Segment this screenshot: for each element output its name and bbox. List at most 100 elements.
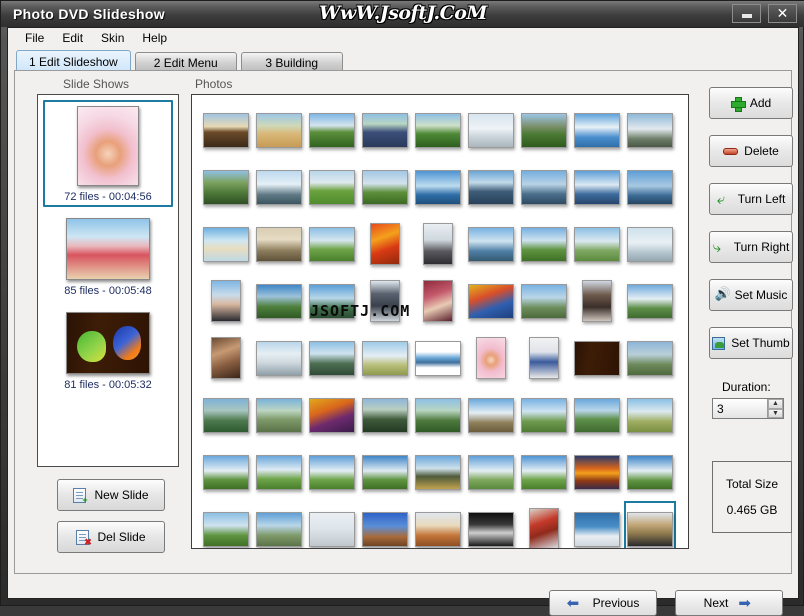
tab-edit-menu[interactable]: 2 Edit Menu <box>134 52 237 72</box>
photo-thumbnail[interactable] <box>200 216 252 272</box>
spin-up-icon[interactable]: ▲ <box>768 399 783 409</box>
photo-thumbnail[interactable] <box>624 159 676 215</box>
photo-thumbnail[interactable] <box>200 444 252 500</box>
photo-thumbnail[interactable] <box>518 330 570 386</box>
menu-item-edit[interactable]: Edit <box>53 30 92 46</box>
new-slide-button[interactable]: + New Slide <box>57 479 165 511</box>
photo-thumbnail[interactable] <box>412 102 464 158</box>
set-music-button[interactable]: 🔊 Set Music <box>709 279 793 311</box>
tab-building[interactable]: 3 Building <box>240 52 343 72</box>
slideshow-item-1[interactable]: 72 files - 00:04:56 <box>43 100 173 207</box>
photo-thumbnail[interactable] <box>465 216 517 272</box>
photo-thumbnail[interactable] <box>359 216 411 272</box>
photo-thumbnail[interactable] <box>624 216 676 272</box>
photo-thumbnail[interactable] <box>465 159 517 215</box>
photo-thumbnail[interactable] <box>306 273 358 329</box>
duration-value[interactable]: 3 <box>713 402 767 416</box>
photo-thumbnail[interactable] <box>253 444 305 500</box>
photo-thumbnail[interactable] <box>359 273 411 329</box>
photo-thumbnail[interactable] <box>412 216 464 272</box>
photo-thumbnail[interactable] <box>306 444 358 500</box>
photo-thumbnail[interactable] <box>306 159 358 215</box>
photo-thumbnail[interactable] <box>465 387 517 443</box>
photo-thumbnail[interactable] <box>571 444 623 500</box>
photo-thumbnail[interactable] <box>200 330 252 386</box>
photo-thumbnail[interactable] <box>624 102 676 158</box>
photo-thumbnail[interactable] <box>518 501 570 548</box>
photo-thumbnail[interactable] <box>465 501 517 548</box>
photo-thumbnail[interactable] <box>518 387 570 443</box>
photo-thumbnail[interactable] <box>253 159 305 215</box>
minimize-button[interactable] <box>732 4 761 23</box>
photo-thumbnail[interactable] <box>624 330 676 386</box>
photo-thumbnail[interactable] <box>200 102 252 158</box>
photo-thumbnail[interactable] <box>253 501 305 548</box>
photo-thumbnail[interactable] <box>412 501 464 548</box>
photo-thumbnail[interactable] <box>412 330 464 386</box>
photo-thumbnail[interactable] <box>253 216 305 272</box>
photo-thumbnail[interactable] <box>253 330 305 386</box>
photo-thumbnail[interactable] <box>412 159 464 215</box>
slideshow-item-2[interactable]: 85 files - 00:05:48 <box>43 212 173 301</box>
set-thumb-button[interactable]: Set Thumb <box>709 327 793 359</box>
photo-thumbnail[interactable] <box>465 273 517 329</box>
previous-button[interactable]: ⬅ Previous <box>549 590 657 616</box>
photo-thumbnail[interactable] <box>200 501 252 548</box>
photo-thumbnail[interactable] <box>518 444 570 500</box>
photo-thumbnail[interactable] <box>359 102 411 158</box>
photo-thumbnail[interactable] <box>465 102 517 158</box>
duration-spin-buttons[interactable]: ▲ ▼ <box>767 399 783 418</box>
spin-down-icon[interactable]: ▼ <box>768 408 783 418</box>
next-button[interactable]: Next ➡ <box>675 590 783 616</box>
photo-thumbnail[interactable] <box>306 102 358 158</box>
duration-stepper[interactable]: 3 ▲ ▼ <box>712 398 784 419</box>
photo-thumbnail[interactable] <box>571 216 623 272</box>
slideshow-list[interactable]: 72 files - 00:04:56 85 files - 00:05:48 … <box>37 94 179 467</box>
photo-thumbnail[interactable] <box>200 273 252 329</box>
photo-thumbnail[interactable] <box>359 444 411 500</box>
photo-thumbnail[interactable] <box>253 273 305 329</box>
photo-thumbnail[interactable] <box>412 444 464 500</box>
photo-thumbnail[interactable] <box>412 387 464 443</box>
photo-thumbnail[interactable] <box>624 501 676 548</box>
photo-thumbnail[interactable] <box>359 501 411 548</box>
photo-thumbnail[interactable] <box>253 102 305 158</box>
menu-item-skin[interactable]: Skin <box>92 30 133 46</box>
photo-thumbnail[interactable] <box>465 444 517 500</box>
photo-thumbnail[interactable] <box>359 330 411 386</box>
close-button[interactable]: ✕ <box>768 4 797 23</box>
photo-thumbnail[interactable] <box>306 330 358 386</box>
photo-thumbnail[interactable] <box>306 216 358 272</box>
photo-thumbnail[interactable] <box>306 387 358 443</box>
add-button[interactable]: Add <box>709 87 793 119</box>
photo-thumbnail[interactable] <box>518 102 570 158</box>
photo-thumbnail[interactable] <box>624 444 676 500</box>
photo-thumbnail[interactable] <box>359 387 411 443</box>
photo-grid[interactable] <box>200 102 682 548</box>
photo-thumbnail[interactable] <box>518 216 570 272</box>
photo-thumbnail[interactable] <box>518 273 570 329</box>
del-slide-button[interactable]: ✖ Del Slide <box>57 521 165 553</box>
slideshow-item-3[interactable]: 81 files - 00:05:32 <box>43 306 173 395</box>
photo-thumbnail[interactable] <box>571 501 623 548</box>
menu-item-help[interactable]: Help <box>133 30 176 46</box>
photo-thumbnail[interactable] <box>306 501 358 548</box>
photo-thumbnail[interactable] <box>571 273 623 329</box>
turn-left-button[interactable]: ⤶ Turn Left <box>709 183 793 215</box>
photo-thumbnail[interactable] <box>359 159 411 215</box>
photos-pane[interactable]: JSOFTJ.COM <box>191 94 689 549</box>
tab-edit-slideshow[interactable]: 1 Edit Slideshow <box>16 50 131 72</box>
photo-thumbnail[interactable] <box>253 387 305 443</box>
photo-thumbnail[interactable] <box>571 102 623 158</box>
photo-thumbnail[interactable] <box>571 387 623 443</box>
photo-thumbnail[interactable] <box>624 273 676 329</box>
delete-button[interactable]: Delete <box>709 135 793 167</box>
photo-thumbnail[interactable] <box>200 159 252 215</box>
photo-thumbnail[interactable] <box>200 387 252 443</box>
menu-item-file[interactable]: File <box>16 30 53 46</box>
photo-thumbnail[interactable] <box>571 159 623 215</box>
photo-thumbnail[interactable] <box>465 330 517 386</box>
photo-thumbnail[interactable] <box>412 273 464 329</box>
photo-thumbnail[interactable] <box>518 159 570 215</box>
turn-right-button[interactable]: ⤷ Turn Right <box>709 231 793 263</box>
